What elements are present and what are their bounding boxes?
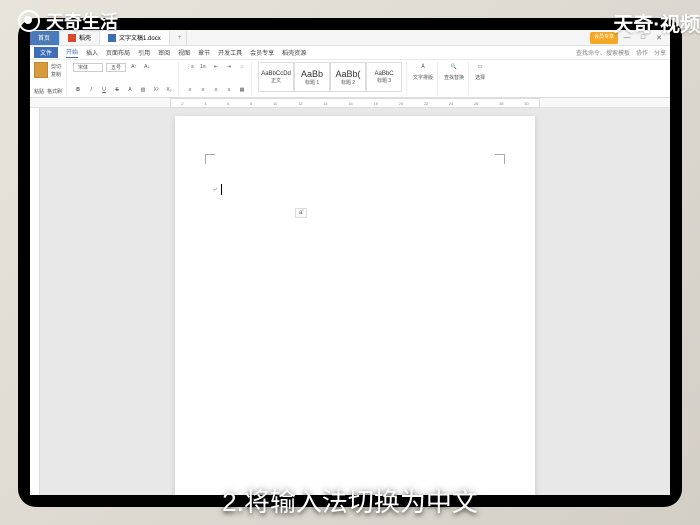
italic-button[interactable]: I bbox=[86, 85, 96, 95]
search-hint[interactable]: 查找命令、搜索模板 bbox=[576, 48, 630, 57]
tab-label: 文字文稿1.docx bbox=[119, 33, 161, 42]
margin-corner-tl bbox=[205, 154, 215, 164]
strike-button[interactable]: S bbox=[112, 85, 122, 95]
style-name: 标题 3 bbox=[377, 77, 391, 84]
font-size-select[interactable]: 五号 bbox=[106, 63, 126, 72]
superscript-icon[interactable]: X² bbox=[151, 85, 161, 95]
format-painter[interactable]: 格式刷 bbox=[47, 88, 62, 95]
font-name-select[interactable]: 宋体 bbox=[73, 63, 103, 72]
watermark-text: 天奇生活 bbox=[46, 8, 118, 34]
subscript-icon[interactable]: X₂ bbox=[164, 85, 174, 95]
indent-left-icon[interactable]: ⇤ bbox=[211, 62, 221, 72]
ribbon-font: 宋体 五号 A↑ A↓ B I U S A ▨ X² X₂ bbox=[73, 62, 179, 95]
menu-member[interactable]: 会员专享 bbox=[250, 48, 274, 57]
ribbon-clipboard: 剪切 复制 粘贴 格式刷 bbox=[34, 62, 67, 95]
style-name: 正文 bbox=[271, 77, 281, 84]
workspace: ⤶ a' bbox=[30, 108, 670, 495]
ribbon-paragraph: ⋮≡ 1≡ ⇤ ⇥ ↕ ≡ ≡ ≡ ≡ ▦ bbox=[185, 62, 252, 95]
align-left-icon[interactable]: ≡ bbox=[185, 85, 195, 95]
style-h2[interactable]: AaBb( 标题 2 bbox=[330, 62, 366, 92]
menu-devtools[interactable]: 开发工具 bbox=[218, 48, 242, 57]
style-name: 标题 1 bbox=[305, 79, 319, 86]
paste-label: 粘贴 bbox=[34, 88, 44, 95]
ruler-vertical[interactable] bbox=[30, 108, 40, 495]
tab-label: 稻壳 bbox=[79, 33, 91, 42]
document-page[interactable]: ⤶ a' bbox=[175, 116, 535, 495]
cut-button[interactable]: 剪切 bbox=[51, 63, 61, 70]
menu-section[interactable]: 章节 bbox=[198, 48, 210, 57]
bold-button[interactable]: B bbox=[73, 85, 83, 95]
doc-icon bbox=[108, 34, 116, 42]
style-preview: AaBb bbox=[301, 69, 323, 79]
highlight-icon[interactable]: ▨ bbox=[138, 85, 148, 95]
menu-view[interactable]: 视图 bbox=[178, 48, 190, 57]
margin-corner-tr bbox=[495, 154, 505, 164]
ruler-marks: 246 81012 141618 202224 262830 bbox=[170, 98, 540, 108]
style-h3[interactable]: AaBbC 标题 3 bbox=[366, 62, 402, 92]
monitor-frame: 首页 稻壳 文字文稿1.docx + 会员专享 — □ ✕ 文件 开始 插入 页… bbox=[18, 18, 682, 507]
tab-add[interactable]: + bbox=[170, 31, 187, 45]
text-layout-label: 文字排版 bbox=[413, 74, 433, 81]
align-center-icon[interactable]: ≡ bbox=[198, 85, 208, 95]
select-label: 选择 bbox=[475, 74, 485, 81]
text-layout-icon[interactable]: Ā bbox=[418, 62, 428, 72]
daoker-icon bbox=[68, 34, 76, 42]
menu-resource[interactable]: 稻壳资源 bbox=[282, 48, 306, 57]
canvas-area[interactable]: ⤶ a' bbox=[40, 108, 670, 495]
text-cursor bbox=[221, 184, 222, 195]
ribbon-select: ▭ 选择 bbox=[475, 62, 489, 95]
ribbon-find: 🔍 查找替换 bbox=[444, 62, 469, 95]
paragraph-mark-icon: ⤶ bbox=[213, 186, 217, 194]
ribbon: 剪切 复制 粘贴 格式刷 宋体 五号 A↑ A↓ B I bbox=[30, 60, 670, 98]
grow-font-icon[interactable]: A↑ bbox=[129, 62, 139, 72]
menu-file[interactable]: 文件 bbox=[34, 47, 58, 58]
style-h1[interactable]: AaBb 标题 1 bbox=[294, 62, 330, 92]
menu-layout[interactable]: 页面布局 bbox=[106, 48, 130, 57]
search-icon[interactable]: 🔍 bbox=[449, 62, 459, 72]
font-color-icon[interactable]: A bbox=[125, 85, 135, 95]
style-name: 标题 2 bbox=[341, 79, 355, 86]
select-icon[interactable]: ▭ bbox=[475, 62, 485, 72]
bullet-list-icon[interactable]: ⋮≡ bbox=[185, 62, 195, 72]
titlebar: 首页 稻壳 文字文稿1.docx + 会员专享 — □ ✕ bbox=[30, 30, 670, 46]
watermark-top-right: 天奇·视频 bbox=[613, 8, 700, 37]
find-label: 查找替换 bbox=[444, 74, 464, 81]
copy-button[interactable]: 复制 bbox=[51, 71, 61, 78]
number-list-icon[interactable]: 1≡ bbox=[198, 62, 208, 72]
align-justify-icon[interactable]: ≡ bbox=[224, 85, 234, 95]
video-subtitle: 2.将输入法切换为中文 bbox=[222, 482, 478, 519]
menubar-right: 查找命令、搜索模板 协作 分享 bbox=[576, 48, 666, 57]
menu-reference[interactable]: 引用 bbox=[138, 48, 150, 57]
cursor-area[interactable]: ⤶ bbox=[213, 184, 222, 195]
style-normal[interactable]: AaBbCcDd 正文 bbox=[258, 62, 294, 92]
ribbon-editing: Ā 文字排版 bbox=[413, 62, 438, 95]
shrink-font-icon[interactable]: A↓ bbox=[142, 62, 152, 72]
align-right-icon[interactable]: ≡ bbox=[211, 85, 221, 95]
menubar: 文件 开始 插入 页面布局 引用 审阅 视图 章节 开发工具 会员专享 稻壳资源… bbox=[30, 46, 670, 60]
menu-start[interactable]: 开始 bbox=[66, 47, 78, 58]
border-icon[interactable]: ▦ bbox=[237, 85, 247, 95]
screen: 首页 稻壳 文字文稿1.docx + 会员专享 — □ ✕ 文件 开始 插入 页… bbox=[30, 30, 670, 495]
ribbon-styles: AaBbCcDd 正文 AaBb 标题 1 AaBb( 标题 2 AaBbC 标… bbox=[258, 62, 407, 95]
menu-insert[interactable]: 插入 bbox=[86, 48, 98, 57]
ime-candidate-box[interactable]: a' bbox=[295, 208, 307, 218]
share-button[interactable]: 分享 bbox=[654, 48, 666, 57]
menu-review[interactable]: 审阅 bbox=[158, 48, 170, 57]
style-preview: AaBb( bbox=[336, 69, 361, 79]
paste-icon[interactable] bbox=[34, 62, 48, 78]
line-spacing-icon[interactable]: ↕ bbox=[237, 62, 247, 72]
coop-button[interactable]: 协作 bbox=[636, 48, 648, 57]
underline-button[interactable]: U bbox=[99, 85, 109, 95]
logo-icon bbox=[18, 10, 40, 32]
ruler-horizontal[interactable]: 246 81012 141618 202224 262830 bbox=[30, 98, 670, 108]
indent-right-icon[interactable]: ⇥ bbox=[224, 62, 234, 72]
watermark-top-left: 天奇生活 bbox=[18, 8, 118, 34]
